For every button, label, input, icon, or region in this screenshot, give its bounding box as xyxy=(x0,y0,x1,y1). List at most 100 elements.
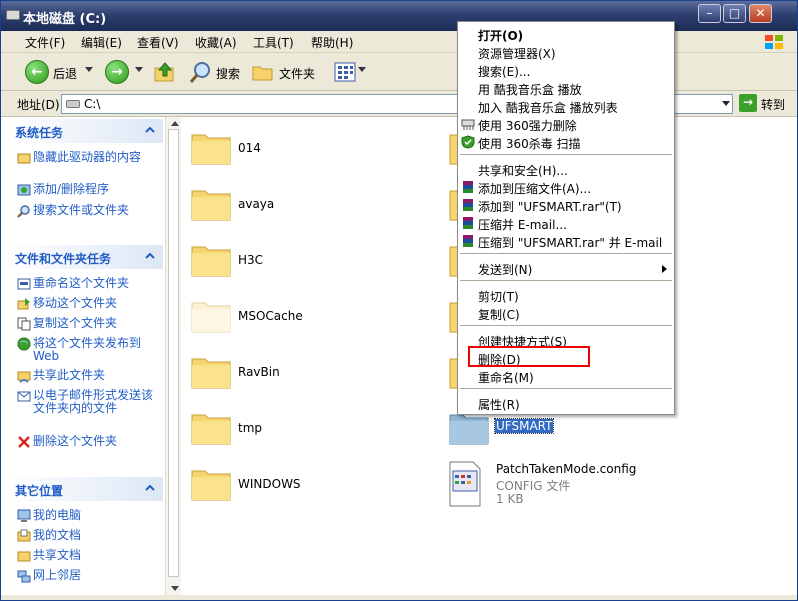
task-label: 移动这个文件夹 xyxy=(33,296,118,310)
task-label: 添加/删除程序 xyxy=(33,182,110,196)
folder-label[interactable]: tmp xyxy=(238,421,262,435)
menu-edit[interactable]: 编辑(E) xyxy=(81,34,122,51)
forward-arrow-icon[interactable]: → xyxy=(105,60,129,84)
place-network[interactable]: 网上邻居 xyxy=(17,569,157,583)
go-button[interactable]: → 转到 xyxy=(739,94,794,114)
menu-item-search[interactable]: 搜索(E)... xyxy=(478,63,530,80)
maximize-button[interactable]: □ xyxy=(723,4,746,23)
menu-view[interactable]: 查看(V) xyxy=(137,34,179,51)
place-label: 我的文档 xyxy=(33,528,82,542)
menu-item-add-rar[interactable]: 添加到 "UFSMART.rar"(T) xyxy=(478,198,622,215)
task-add-remove-programs[interactable]: 添加/删除程序 xyxy=(17,183,157,196)
menu-help[interactable]: 帮助(H) xyxy=(311,34,353,51)
menu-favorites[interactable]: 收藏(A) xyxy=(195,34,237,51)
drive-icon xyxy=(6,10,20,20)
menu-tools[interactable]: 工具(T) xyxy=(253,34,294,51)
close-button[interactable]: ✕ xyxy=(749,4,772,23)
task-delete-folder[interactable]: 删除这个文件夹 xyxy=(17,435,157,448)
file-tasks-title: 文件和文件夹任务 xyxy=(15,252,112,266)
menu-item-properties[interactable]: 属性(R) xyxy=(478,396,520,413)
folder-icon[interactable] xyxy=(191,409,231,445)
scroll-up-icon[interactable] xyxy=(171,121,179,126)
task-label: 将这个文件夹发布到 Web xyxy=(33,336,142,363)
scroll-down-icon[interactable] xyxy=(171,586,179,591)
forward-dropdown-icon[interactable] xyxy=(135,67,143,72)
folder-icon[interactable] xyxy=(191,353,231,389)
other-places-panel: 其它位置 我的电脑 我的文档 共享文档 网上邻居 xyxy=(5,477,163,597)
menu-item-explorer[interactable]: 资源管理器(X) xyxy=(478,45,556,62)
folders-icon[interactable] xyxy=(251,60,275,84)
task-move-folder[interactable]: 移动这个文件夹 xyxy=(17,297,157,310)
place-my-computer[interactable]: 我的电脑 xyxy=(17,509,157,522)
folder-icon[interactable] xyxy=(191,241,231,277)
folder-label[interactable]: 014 xyxy=(238,141,261,155)
back-arrow-icon[interactable]: ← xyxy=(25,60,49,84)
place-my-documents[interactable]: 我的文档 xyxy=(17,529,157,542)
menu-separator xyxy=(460,325,672,326)
task-pane-scrollbar[interactable] xyxy=(165,117,181,595)
search-icon[interactable] xyxy=(189,60,213,84)
collapse-chevron-icon[interactable] xyxy=(145,125,155,135)
config-file-icon[interactable] xyxy=(449,461,481,507)
file-name[interactable]: PatchTakenMode.config xyxy=(496,462,636,476)
folder-label[interactable]: WINDOWS xyxy=(238,477,301,491)
menu-file[interactable]: 文件(F) xyxy=(25,34,65,51)
menu-item-zip-rar-email[interactable]: 压缩到 "UFSMART.rar" 并 E-mail xyxy=(478,234,662,251)
other-places-header[interactable]: 其它位置 xyxy=(5,477,163,501)
task-publish-web[interactable]: 将这个文件夹发布到 Web xyxy=(17,337,157,363)
menu-item-kuwo-add[interactable]: 加入 酷我音乐盒 播放列表 xyxy=(478,99,618,116)
email-icon xyxy=(17,391,31,402)
menu-item-360-scan[interactable]: 使用 360杀毒 扫描 xyxy=(478,135,581,152)
search-button-label[interactable]: 搜索 xyxy=(216,65,240,82)
task-hide-drive-contents[interactable]: 隐藏此驱动器的内容 xyxy=(17,151,157,164)
minimize-button[interactable]: – xyxy=(698,4,721,23)
menu-item-rename[interactable]: 重命名(M) xyxy=(478,369,534,386)
folder-label[interactable]: H3C xyxy=(238,253,263,267)
menu-item-send-to[interactable]: 发送到(N) xyxy=(478,261,532,278)
hidden-folder-icon[interactable] xyxy=(191,297,231,333)
collapse-chevron-icon[interactable] xyxy=(145,251,155,261)
folder-icon[interactable] xyxy=(191,465,231,501)
drive-icon xyxy=(66,100,80,108)
place-label: 共享文档 xyxy=(33,548,82,562)
task-email-folder[interactable]: 以电子邮件形式发送该文件夹内的文件 xyxy=(17,389,157,415)
file-size: 1 KB xyxy=(496,492,524,506)
system-tasks-header[interactable]: 系统任务 xyxy=(5,119,163,143)
views-dropdown-icon[interactable] xyxy=(358,67,366,72)
task-rename-folder[interactable]: 重命名这个文件夹 xyxy=(17,277,157,290)
network-icon xyxy=(17,570,31,583)
title-bar[interactable]: 本地磁盘 (C:) – □ ✕ xyxy=(1,1,797,31)
selected-folder-label[interactable]: UFSMART xyxy=(493,418,555,434)
other-places-title: 其它位置 xyxy=(15,484,64,498)
delete-highlight-box xyxy=(468,346,590,367)
views-icon[interactable] xyxy=(334,62,356,82)
task-search-files[interactable]: 搜索文件或文件夹 xyxy=(17,204,157,218)
back-dropdown-icon[interactable] xyxy=(85,67,93,72)
folder-label[interactable]: RavBin xyxy=(238,365,280,379)
task-copy-folder[interactable]: 复制这个文件夹 xyxy=(17,317,157,331)
file-tasks-header[interactable]: 文件和文件夹任务 xyxy=(5,245,163,269)
folder-icon[interactable] xyxy=(191,129,231,165)
collapse-chevron-icon[interactable] xyxy=(145,483,155,493)
folder-icon[interactable] xyxy=(191,185,231,221)
task-share-folder[interactable]: 共享此文件夹 xyxy=(17,369,157,383)
menu-item-360-delete[interactable]: 使用 360强力删除 xyxy=(478,117,577,134)
file-tasks-panel: 文件和文件夹任务 重命名这个文件夹 移动这个文件夹 复制这个文件夹 将这个文件夹… xyxy=(5,245,163,455)
menu-item-copy[interactable]: 复制(C) xyxy=(478,306,520,323)
menu-item-add-archive[interactable]: 添加到压缩文件(A)... xyxy=(478,180,591,197)
place-label: 我的电脑 xyxy=(33,508,82,522)
address-dropdown-icon[interactable] xyxy=(722,101,730,106)
folders-button-label[interactable]: 文件夹 xyxy=(279,65,315,82)
folder-label[interactable]: avaya xyxy=(238,197,274,211)
menu-item-open[interactable]: 打开(O) xyxy=(478,27,523,44)
back-button-label[interactable]: 后退 xyxy=(53,65,77,82)
folder-label[interactable]: MSOCache xyxy=(238,309,303,323)
up-folder-icon[interactable] xyxy=(153,60,177,84)
menu-item-zip-email[interactable]: 压缩并 E-mail... xyxy=(478,216,567,233)
scroll-thumb[interactable] xyxy=(168,129,179,577)
menu-item-share[interactable]: 共享和安全(H)... xyxy=(478,162,568,179)
menu-item-kuwo-play[interactable]: 用 酷我音乐盒 播放 xyxy=(478,81,582,98)
menu-item-cut[interactable]: 剪切(T) xyxy=(478,288,519,305)
place-shared-documents[interactable]: 共享文档 xyxy=(17,549,157,562)
address-label: 地址(D) xyxy=(17,98,60,112)
